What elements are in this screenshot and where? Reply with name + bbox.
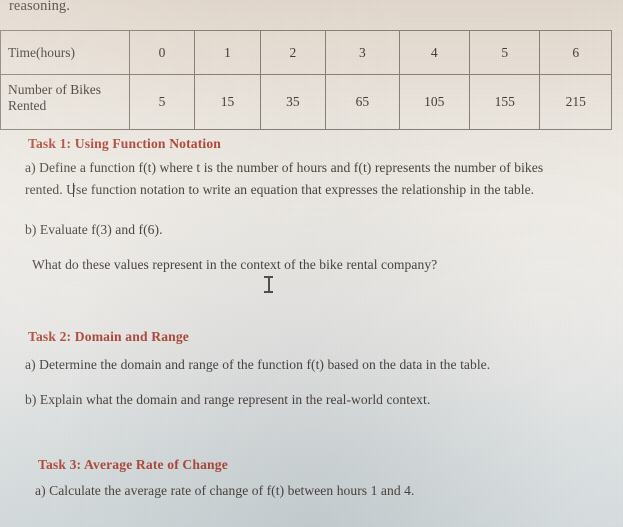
task-1-heading: Task 1: Using Function Notation (28, 136, 221, 151)
row-header-bikes-line2: Rented (8, 97, 47, 113)
row-header-bikes-line1: Number of Bikes (8, 82, 101, 97)
table-row-bikes: Number of Bikes Rented 5 15 35 65 105 15… (0, 74, 612, 130)
page-content: reasoning. Time(hours) 0 1 2 3 4 5 6 Num… (0, 0, 623, 527)
table-row-time: Time(hours) 0 1 2 3 4 5 6 (0, 30, 612, 75)
row-header-bikes: Number of Bikes Rented (0, 74, 130, 130)
ibeam-bottom-cap (264, 291, 273, 293)
cell-time-1: 1 (194, 30, 261, 75)
task-1-part-b: b) Evaluate f(3) and f(6). (25, 222, 163, 237)
cell-bikes-2: 35 (259, 74, 327, 130)
cell-time-6: 6 (539, 30, 612, 75)
task-2-part-b: b) Explain what the domain and range rep… (25, 392, 431, 407)
cell-bikes-1: 15 (194, 74, 261, 130)
cell-bikes-6: 215 (539, 74, 612, 130)
task-1-part-a-line-1: a) Define a function f(t) where t is the… (25, 160, 544, 175)
bike-rental-data-table: Time(hours) 0 1 2 3 4 5 6 Number of Bike… (0, 30, 612, 130)
cell-bikes-0: 5 (128, 74, 196, 130)
worksheet-page: reasoning. Time(hours) 0 1 2 3 4 5 6 Num… (0, 0, 623, 527)
task-1-part-a-line-2: rented. Use function notation to write a… (25, 182, 535, 197)
row-header-time: Time(hours) (0, 30, 130, 75)
cell-bikes-3: 65 (325, 74, 400, 130)
cell-time-4: 4 (398, 30, 471, 75)
task-3-heading: Task 3: Average Rate of Change (38, 457, 228, 472)
task-2-part-a: a) Determine the domain and range of the… (25, 357, 491, 372)
ibeam-mouse-cursor (263, 275, 274, 294)
task-1-followup-question: What do these values represent in the co… (32, 257, 438, 272)
text-insertion-caret (73, 183, 74, 197)
cell-time-2: 2 (259, 30, 327, 75)
cell-bikes-5: 155 (469, 74, 541, 130)
task-2-heading: Task 2: Domain and Range (28, 329, 189, 344)
cell-time-0: 0 (128, 30, 196, 75)
intro-text-fragment: reasoning. (9, 0, 70, 14)
ibeam-stem (268, 277, 270, 292)
ibeam-top-cap (264, 276, 273, 278)
cell-bikes-4: 105 (398, 74, 471, 130)
cell-time-3: 3 (325, 30, 400, 75)
cell-time-5: 5 (469, 30, 541, 75)
task-3-part-a: a) Calculate the average rate of change … (35, 483, 415, 498)
